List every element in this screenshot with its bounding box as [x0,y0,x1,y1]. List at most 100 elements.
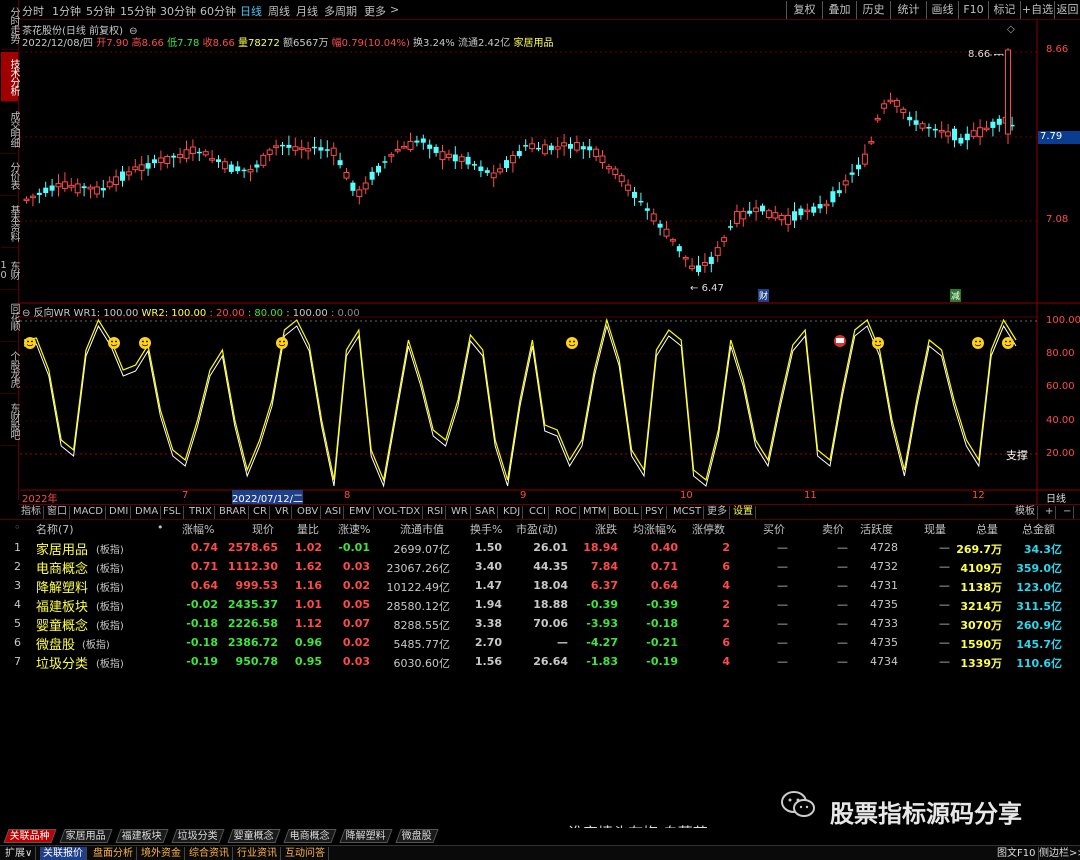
indicator-tab[interactable]: CCI [527,506,549,519]
f10-button[interactable]: F10 [958,1,988,19]
wr-collapse-icon[interactable]: ⊖ [22,308,30,319]
col-total-amount[interactable]: 总金额 [1022,521,1055,537]
indicator-tab[interactable]: 指标 [19,506,44,519]
col-change-pct[interactable]: 涨幅% [182,521,214,537]
indicator-tab[interactable]: CR [251,506,270,519]
period-monthly[interactable]: 月线 [296,3,318,19]
indicator-tab[interactable]: FSL [161,506,184,519]
back-button[interactable]: 返回 [1054,1,1080,19]
side-tab-price-table[interactable]: 分价表 [1,156,19,196]
status-related-quote[interactable]: 关联报价 [40,847,87,860]
statistics-button[interactable]: 统计 [890,1,926,19]
status-news[interactable]: 综合资讯 [186,847,233,860]
indicator-tab[interactable]: EMV [347,506,374,519]
col-speed[interactable]: 涨速% [338,521,370,537]
draw-line-button[interactable]: 画线 [926,1,958,19]
indicator-tab[interactable]: SAR [473,506,499,519]
col-total-vol[interactable]: 总量 [976,521,998,537]
status-panel-analysis[interactable]: 盘面分析 [90,847,137,860]
reduce-tag[interactable]: 减 [950,289,962,302]
indicator-tab[interactable]: VOL-TDX [375,506,424,519]
indicator-tab[interactable]: DMI [107,506,132,519]
side-tab-tonghuashun[interactable]: 同花顺 [1,292,19,342]
period-multi[interactable]: 多周期 [324,3,357,19]
period-15min[interactable]: 15分钟 [120,3,156,19]
related-tab[interactable]: 婴童概念 [227,829,281,843]
col-float-cap[interactable]: 流通市值 [400,521,444,537]
period-daily[interactable]: 日线 [240,3,262,19]
col-dot[interactable]: • [157,521,164,534]
indicator-tab[interactable]: 设置 [731,506,756,519]
side-tab-trades[interactable]: 成交明细 [1,104,19,154]
indicator-tab[interactable]: RSI [425,506,447,519]
zoom-diamond-icon[interactable]: ◇ [1007,24,1015,35]
zoom-out-icon[interactable]: − [1061,506,1075,519]
col-turnover[interactable]: 换手% [470,521,502,537]
chevron-right-icon[interactable]: > [390,3,399,16]
indicator-tab[interactable]: TRIX [187,506,215,519]
col-vol-ratio[interactable]: 量比 [297,521,319,537]
col-avg-change[interactable]: 均涨幅% [633,521,676,537]
col-activity[interactable]: 活跃度 [860,521,893,537]
indicator-tab[interactable]: 窗口 [45,506,70,519]
period-weekly[interactable]: 周线 [268,3,290,19]
col-cur-vol[interactable]: 现量 [924,521,946,537]
finance-tag[interactable]: 财 [758,289,770,302]
side-tab-dragon-tiger[interactable]: 个股龙虎 [1,344,19,394]
status-industry-news[interactable]: 行业资讯 [234,847,281,860]
col-price[interactable]: 现价 [252,521,274,537]
period-timeshare[interactable]: 分时 [22,3,44,19]
col-name[interactable]: 名称(7) [36,521,74,537]
side-tab-basic-info[interactable]: 基本资料 [1,198,19,248]
period-more[interactable]: 更多 [364,3,386,19]
col-limit-up[interactable]: 涨停数 [692,521,725,537]
status-foreign-funds[interactable]: 境外资金 [138,847,185,860]
indicator-tab[interactable]: MCST [671,506,705,519]
related-tab[interactable]: 降解塑料 [339,829,393,843]
indicator-tab[interactable]: MTM [581,506,610,519]
row-toggle-icon[interactable]: ◦ [14,521,21,534]
related-tab[interactable]: 垃圾分类 [171,829,225,843]
f10-text-button[interactable]: 图文F10 [994,847,1040,860]
add-watchlist-button[interactable]: +自选 [1020,1,1054,19]
template-button[interactable]: 模板 [1013,506,1038,519]
indicator-tab[interactable]: ROC [553,506,580,519]
col-updown[interactable]: 涨跌 [595,521,617,537]
col-bid[interactable]: 买价 [763,521,785,537]
period-1min[interactable]: 1分钟 [52,3,81,19]
indicator-tab[interactable]: 更多 [705,506,730,519]
indicator-tab[interactable]: ASI [323,506,345,519]
history-button[interactable]: 历史 [856,1,890,19]
side-tab-technical[interactable]: 技术分析 [1,52,19,102]
col-ask[interactable]: 卖价 [822,521,844,537]
period-60min[interactable]: 60分钟 [200,3,236,19]
related-tab-header[interactable]: 关联品种 [3,829,57,843]
period-30min[interactable]: 30分钟 [160,3,196,19]
overlay-button[interactable]: 叠加 [822,1,856,19]
related-tab[interactable]: 福建板块 [115,829,169,843]
indicator-tab[interactable]: VR [273,506,292,519]
indicator-tab[interactable]: BRAR [217,506,250,519]
col-pe[interactable]: 市盈(动) [516,521,558,537]
related-tab[interactable]: 微盘股 [395,829,439,843]
related-tab[interactable]: 电商概念 [283,829,337,843]
side-tab-timeshare[interactable]: 分时走势 [1,0,19,50]
status-qa[interactable]: 互动问答 [282,847,329,860]
side-tab-dongcai10[interactable]: 东财10 [0,250,19,290]
restore-rights-button[interactable]: 复权 [786,1,822,19]
indicator-tab[interactable]: OBV [295,506,322,519]
indicator-tab[interactable]: MACD [71,506,106,519]
mark-button[interactable]: 标记 [988,1,1020,19]
side-tab-guba[interactable]: 东财股吧 [1,396,19,446]
related-tab[interactable]: 家居用品 [59,829,113,843]
sidebar-toggle[interactable]: 侧边栏>> [1036,847,1080,860]
chart-area[interactable] [20,20,1080,504]
indicator-tab[interactable]: DMA [133,506,162,519]
period-5min[interactable]: 5分钟 [86,3,115,19]
indicator-tab[interactable]: PSY [643,506,667,519]
indicator-tab[interactable]: WR [449,506,471,519]
zoom-in-icon[interactable]: + [1043,506,1057,519]
indicator-tab[interactable]: BOLL [611,506,642,519]
indicator-tab[interactable]: KDJ [501,506,524,519]
expand-button[interactable]: 扩展∨ [2,847,37,860]
